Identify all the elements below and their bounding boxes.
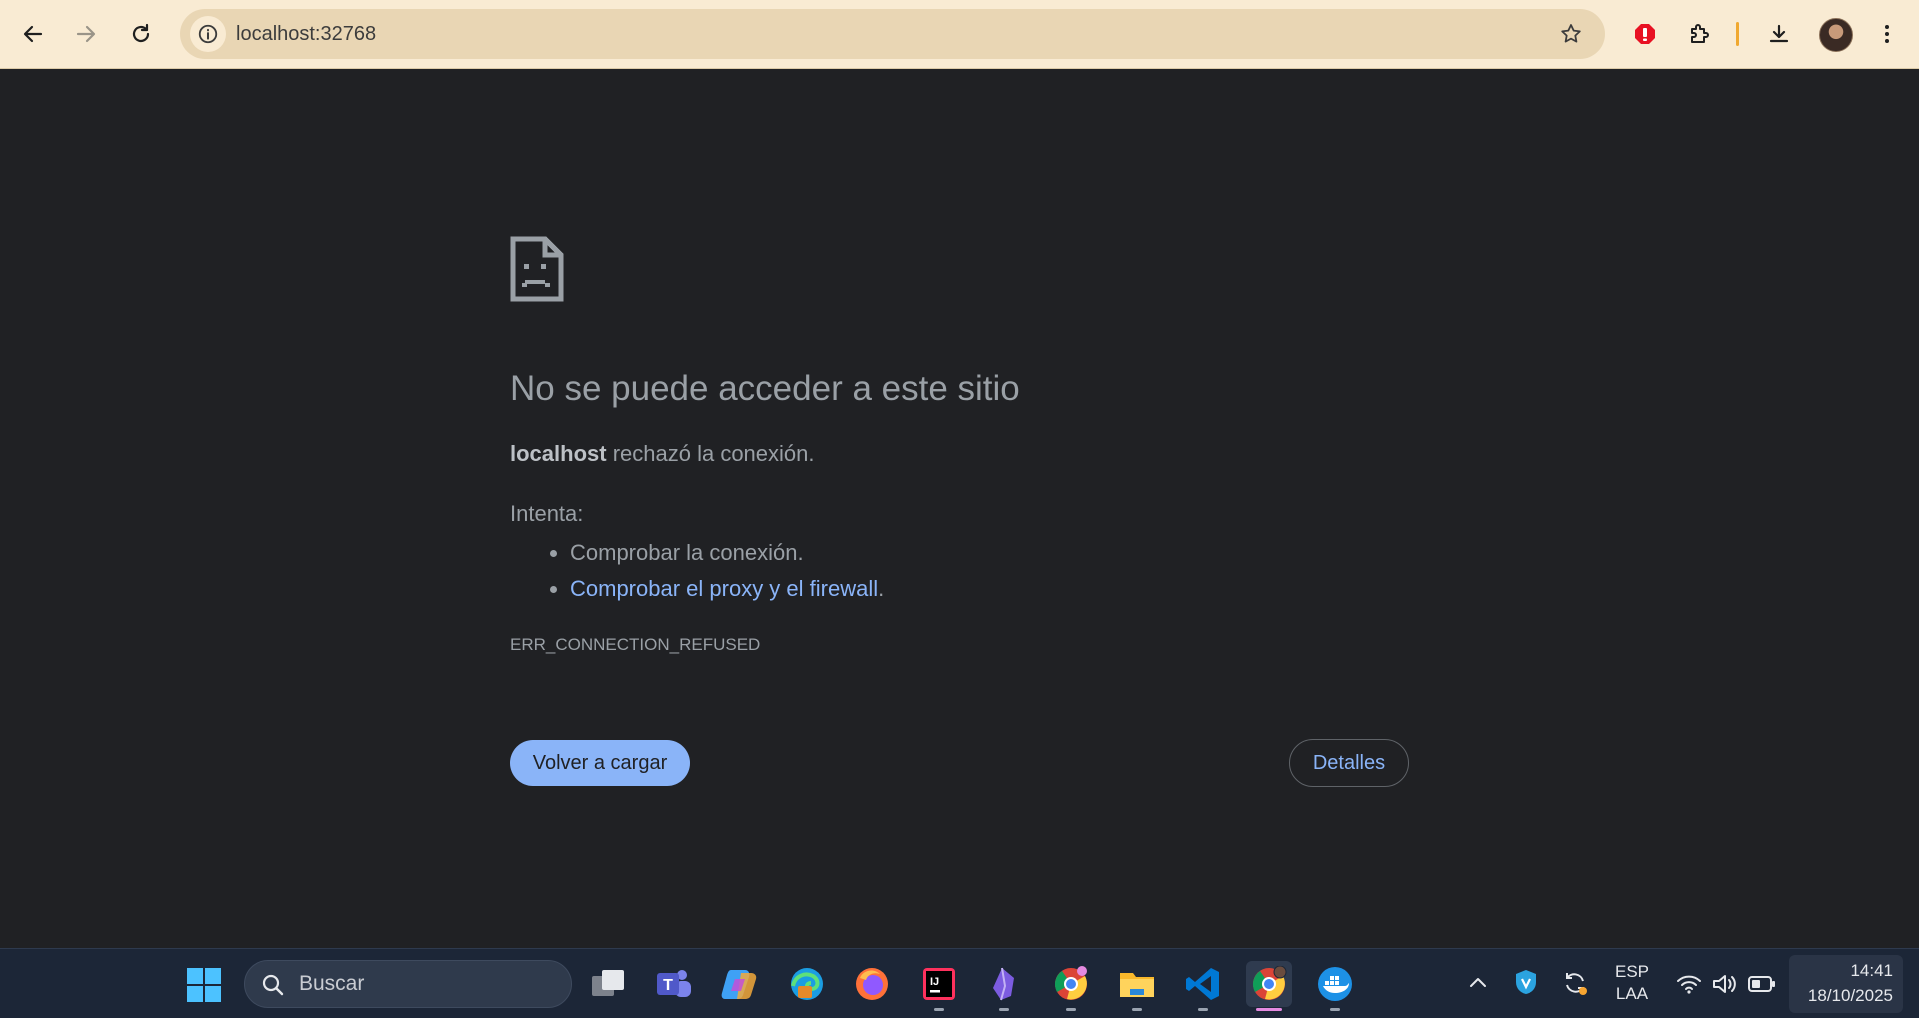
vscode-icon xyxy=(1186,968,1219,1000)
back-arrow-icon xyxy=(23,25,43,43)
chrome-profile-button[interactable] xyxy=(1246,961,1292,1011)
clock[interactable]: 14:41 18/10/2025 xyxy=(1789,955,1903,1013)
clock-time: 14:41 xyxy=(1850,961,1893,980)
sad-document-icon xyxy=(510,236,564,302)
reload-button[interactable] xyxy=(119,12,163,56)
vscode-button[interactable] xyxy=(1180,961,1226,1011)
error-code: ERR_CONNECTION_REFUSED xyxy=(510,635,761,654)
task-view-icon xyxy=(592,970,624,996)
obsidian-icon xyxy=(993,967,1014,1001)
kebab-menu-icon xyxy=(1885,25,1889,43)
language-line-1: ESP xyxy=(1614,962,1650,981)
file-explorer-icon xyxy=(1120,973,1154,997)
download-icon xyxy=(1769,24,1789,43)
intellij-icon: IJ xyxy=(923,968,955,1000)
suggestions-list: Comprobar la conexión. Comprobar el prox… xyxy=(540,535,884,607)
windows-taskbar: Buscar T IJ ESP LAA 14:41 18/10/2025 xyxy=(0,948,1919,1018)
error-title: No se puede acceder a este sitio xyxy=(510,369,1020,408)
profile-avatar[interactable] xyxy=(1819,18,1853,52)
chrome-icon xyxy=(1054,966,1087,1000)
error-host: localhost xyxy=(510,441,607,466)
address-bar[interactable]: localhost:32768 xyxy=(180,9,1605,59)
info-icon xyxy=(198,24,218,44)
windows-start-icon[interactable] xyxy=(186,967,222,1003)
chrome-button[interactable] xyxy=(1048,961,1094,1011)
obsidian-button[interactable] xyxy=(981,961,1027,1011)
puzzle-icon xyxy=(1691,24,1709,43)
copilot-icon xyxy=(721,970,757,999)
star-icon[interactable] xyxy=(1559,22,1583,46)
downloads-button[interactable] xyxy=(1757,12,1801,56)
wifi-icon[interactable] xyxy=(1676,973,1702,995)
edge-icon xyxy=(791,968,823,1000)
search-icon xyxy=(262,974,284,996)
try-label: Intenta: xyxy=(510,501,584,526)
chevron-up-icon[interactable] xyxy=(1468,973,1488,993)
teams-button[interactable]: T xyxy=(651,961,697,1007)
forward-button[interactable] xyxy=(64,12,108,56)
back-button[interactable] xyxy=(11,12,55,56)
running-indicator xyxy=(934,1008,944,1011)
details-button[interactable]: Detalles xyxy=(1289,739,1409,787)
firefox-icon xyxy=(856,968,888,1000)
running-indicator xyxy=(999,1008,1009,1011)
chrome-profile-icon xyxy=(1252,966,1287,1000)
taskbar-search[interactable]: Buscar xyxy=(244,960,572,1008)
reload-icon xyxy=(132,23,150,43)
proxy-firewall-link[interactable]: Comprobar el proxy y el firewall xyxy=(570,576,878,601)
error-host-message: rechazó la conexión. xyxy=(612,441,815,466)
clock-date: 18/10/2025 xyxy=(1807,986,1893,1005)
extensions-button[interactable] xyxy=(1677,12,1721,56)
edge-button[interactable] xyxy=(784,961,830,1007)
battery-icon[interactable] xyxy=(1748,975,1776,993)
adblock-icon xyxy=(1635,24,1655,44)
docker-icon xyxy=(1318,967,1352,1001)
list-item: Comprobar la conexión. xyxy=(570,535,884,571)
language-line-2: LAA xyxy=(1615,984,1649,1003)
browser-toolbar: localhost:32768 xyxy=(0,0,1919,69)
volume-icon[interactable] xyxy=(1711,972,1739,996)
intellij-button[interactable]: IJ xyxy=(916,961,962,1011)
language-indicator[interactable]: ESP LAA xyxy=(1612,961,1652,1005)
copilot-button[interactable] xyxy=(716,961,762,1007)
error-page: No se puede acceder a este sitio localho… xyxy=(0,69,1919,948)
teams-icon: T xyxy=(657,970,691,997)
search-placeholder: Buscar xyxy=(299,972,365,995)
active-indicator xyxy=(1256,1008,1282,1011)
list-item: Comprobar el proxy y el firewall. xyxy=(570,571,884,607)
firefox-button[interactable] xyxy=(849,961,895,1007)
running-indicator xyxy=(1066,1008,1076,1011)
task-view-button[interactable] xyxy=(586,961,632,1007)
svg-text:T: T xyxy=(663,977,673,994)
docker-button[interactable] xyxy=(1312,961,1358,1011)
svg-text:IJ: IJ xyxy=(930,976,939,988)
running-indicator xyxy=(1198,1008,1208,1011)
toolbar-separator xyxy=(1736,22,1739,46)
suggestion-check-connection: Comprobar la conexión. xyxy=(570,540,804,565)
running-indicator xyxy=(1132,1008,1142,1011)
url-text[interactable]: localhost:32768 xyxy=(236,9,376,59)
sync-icon[interactable] xyxy=(1561,969,1589,997)
reload-page-button[interactable]: Volver a cargar xyxy=(510,740,690,786)
security-shield-icon[interactable] xyxy=(1513,968,1539,996)
running-indicator xyxy=(1330,1008,1340,1011)
site-info-button[interactable] xyxy=(190,16,226,52)
suggestion-suffix: . xyxy=(878,576,885,601)
adblock-button[interactable] xyxy=(1623,12,1667,56)
file-explorer-button[interactable] xyxy=(1114,961,1160,1011)
error-subtitle: localhost rechazó la conexión. xyxy=(510,441,815,467)
browser-menu-button[interactable] xyxy=(1865,12,1909,56)
forward-arrow-icon xyxy=(76,25,96,43)
